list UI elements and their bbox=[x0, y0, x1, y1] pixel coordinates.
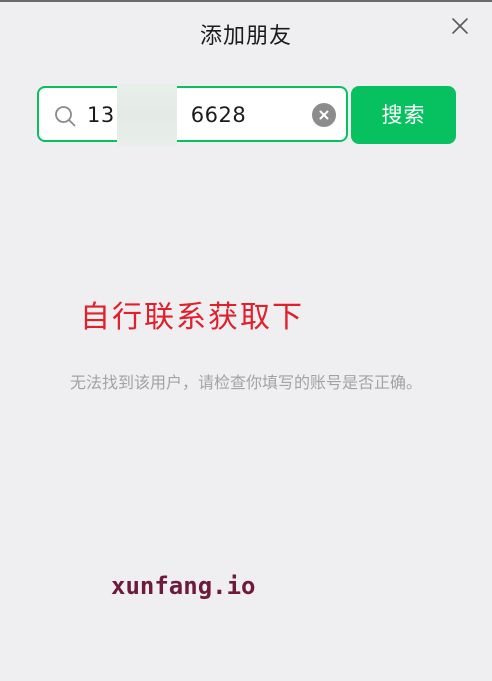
clear-input-button[interactable] bbox=[312, 103, 336, 127]
watermark-site: xunfang.io bbox=[111, 572, 256, 600]
close-icon bbox=[452, 18, 468, 34]
close-button[interactable] bbox=[448, 14, 472, 38]
window-top-border bbox=[0, 0, 492, 2]
search-icon bbox=[55, 106, 76, 127]
search-button[interactable]: 搜索 bbox=[351, 86, 456, 144]
not-found-message: 无法找到该用户，请检查你填写的账号是否正确。 bbox=[69, 373, 422, 392]
clear-circle-icon bbox=[319, 110, 329, 120]
search-input[interactable]: 13 6628 bbox=[37, 84, 348, 146]
dialog-title: 添加朋友 bbox=[199, 24, 292, 49]
watermark-text: 自行联系获取下 bbox=[80, 300, 304, 335]
search-value-prefix: 13 bbox=[87, 103, 115, 127]
search-value-suffix: 6628 bbox=[190, 103, 247, 127]
blur-mask bbox=[117, 84, 177, 146]
add-friend-dialog: 添加朋友 13 6628 搜索 自行联系获取下 无法找到该用户，请检查你填写的账号… bbox=[0, 0, 492, 681]
